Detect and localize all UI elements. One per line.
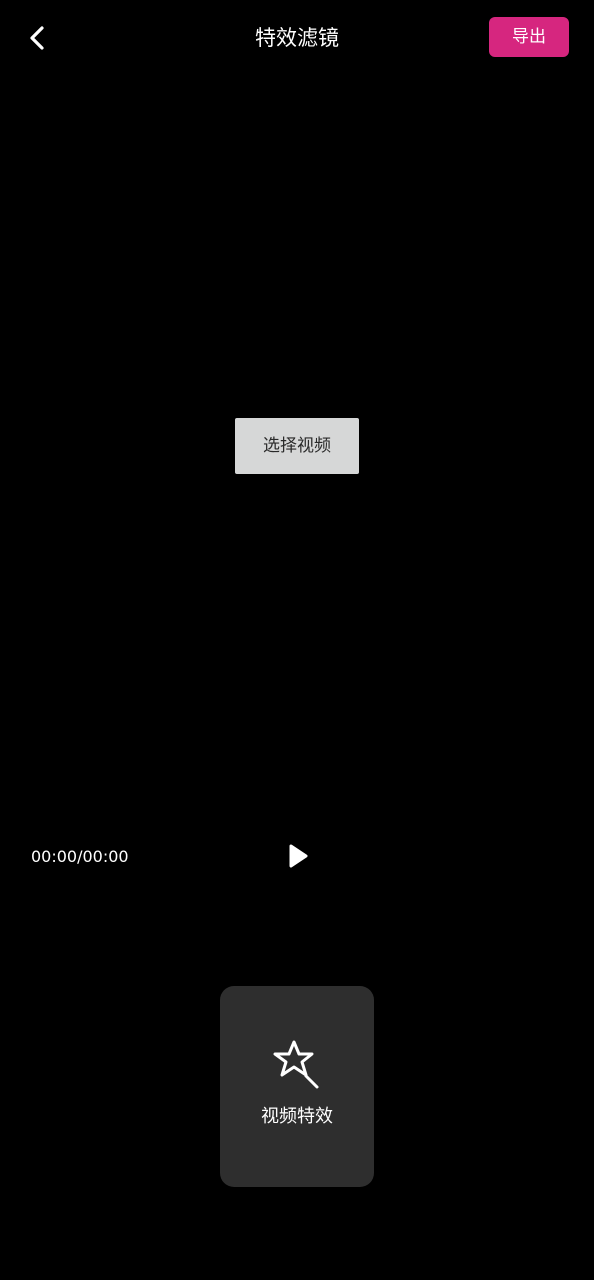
time-readout: 00:00/00:00 bbox=[31, 847, 129, 866]
select-video-button[interactable]: 选择视频 bbox=[235, 418, 359, 474]
export-button[interactable]: 导出 bbox=[489, 17, 569, 57]
video-effects-button[interactable]: 视频特效 bbox=[220, 986, 374, 1187]
top-bar: 特效滤镜 导出 bbox=[0, 0, 594, 76]
play-icon bbox=[286, 843, 310, 869]
video-effects-label: 视频特效 bbox=[261, 1106, 333, 1127]
play-button[interactable] bbox=[282, 840, 314, 872]
magic-wand-star-icon bbox=[270, 1038, 322, 1090]
